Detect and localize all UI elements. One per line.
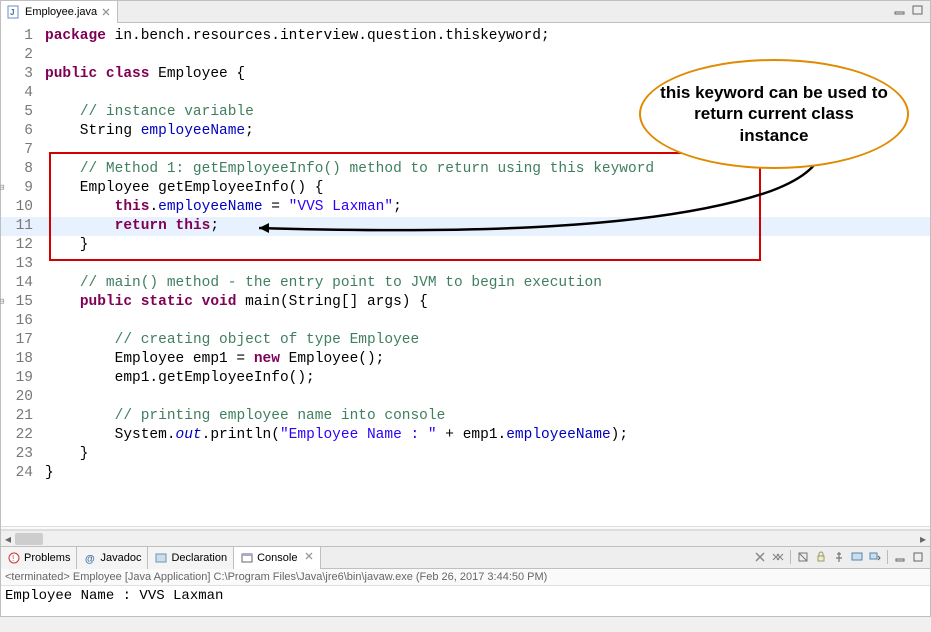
toolbar-separator [790, 550, 791, 564]
open-console-dd-icon[interactable] [867, 549, 883, 565]
scrollbar-thumb[interactable] [15, 533, 43, 545]
file-tab-employee[interactable]: J Employee.java [1, 1, 118, 23]
code-line[interactable]: } [39, 236, 930, 255]
tab-declaration-label: Declaration [171, 552, 227, 564]
maximize-icon[interactable] [910, 3, 926, 17]
editor-window-controls [892, 3, 926, 17]
tab-console-label: Console [257, 552, 297, 564]
editor-pane: J Employee.java 123456789⊟101112131415⊟1… [0, 0, 931, 547]
console-status-line: <terminated> Employee [Java Application]… [1, 569, 930, 586]
tab-javadoc-label: Javadoc [100, 552, 141, 564]
svg-text:!: ! [12, 554, 14, 563]
code-line[interactable] [39, 388, 930, 407]
remove-all-icon[interactable] [770, 549, 786, 565]
scroll-right-icon[interactable]: ▸ [916, 531, 930, 547]
line-number: 1 [1, 27, 33, 46]
bottom-tab-bar: ! Problems @ Javadoc Declaration Console [1, 547, 930, 569]
java-file-icon: J [7, 5, 21, 19]
line-number: 2 [1, 46, 33, 65]
code-editor-area[interactable]: 123456789⊟101112131415⊟16171819202122232… [1, 23, 930, 526]
line-number: 18 [1, 350, 33, 369]
scroll-left-icon[interactable]: ◂ [1, 531, 15, 547]
code-line[interactable]: // printing employee name into console [39, 407, 930, 426]
code-line[interactable]: } [39, 464, 930, 483]
line-number: 13 [1, 255, 33, 274]
code-line[interactable]: public static void main(String[] args) { [39, 293, 930, 312]
tab-declaration[interactable]: Declaration [148, 547, 234, 569]
code-line[interactable] [39, 312, 930, 331]
pin-console-icon[interactable] [831, 549, 847, 565]
tab-problems[interactable]: ! Problems [1, 547, 77, 569]
code-line[interactable]: } [39, 445, 930, 464]
line-number: 9⊟ [1, 179, 33, 198]
line-number: 11 [1, 217, 33, 236]
tab-javadoc[interactable]: @ Javadoc [77, 547, 148, 569]
horizontal-scrollbar[interactable]: ◂ ▸ [1, 530, 930, 546]
display-console-icon[interactable] [849, 549, 865, 565]
line-number: 23 [1, 445, 33, 464]
problems-icon: ! [7, 551, 21, 565]
line-number: 22 [1, 426, 33, 445]
line-number: 12 [1, 236, 33, 255]
tab-console[interactable]: Console [234, 547, 321, 569]
close-icon[interactable] [304, 551, 314, 564]
bottom-panel: ! Problems @ Javadoc Declaration Console [0, 547, 931, 617]
remove-launch-icon[interactable] [752, 549, 768, 565]
callout-annotation: this keyword can be used to return curre… [639, 59, 909, 169]
line-number: 24 [1, 464, 33, 483]
line-number: 8 [1, 160, 33, 179]
code-line[interactable]: // main() method - the entry point to JV… [39, 274, 930, 293]
svg-text:@: @ [85, 554, 95, 564]
line-number: 19 [1, 369, 33, 388]
close-icon[interactable] [101, 7, 111, 17]
line-number: 14 [1, 274, 33, 293]
minimize-icon[interactable] [892, 3, 908, 17]
line-number: 7 [1, 141, 33, 160]
line-number: 10 [1, 198, 33, 217]
code-line[interactable]: return this; [39, 217, 930, 236]
minimize-icon[interactable] [892, 549, 908, 565]
line-number: 6 [1, 122, 33, 141]
line-number: 16 [1, 312, 33, 331]
console-output[interactable]: Employee Name : VVS Laxman [1, 586, 930, 616]
code-line[interactable]: package in.bench.resources.interview.que… [39, 27, 930, 46]
line-number-gutter: 123456789⊟101112131415⊟16171819202122232… [1, 23, 39, 526]
line-number: 21 [1, 407, 33, 426]
code-line[interactable]: // creating object of type Employee [39, 331, 930, 350]
code-line[interactable]: Employee getEmployeeInfo() { [39, 179, 930, 198]
line-number: 5 [1, 103, 33, 122]
declaration-icon [154, 551, 168, 565]
line-number: 20 [1, 388, 33, 407]
line-number: 3 [1, 65, 33, 84]
tab-problems-label: Problems [24, 552, 70, 564]
svg-text:J: J [10, 8, 14, 17]
code-line[interactable]: System.out.println("Employee Name : " + … [39, 426, 930, 445]
editor-tab-bar: J Employee.java [1, 1, 930, 23]
javadoc-icon: @ [83, 551, 97, 565]
maximize-icon[interactable] [910, 549, 926, 565]
code-line[interactable]: this.employeeName = "VVS Laxman"; [39, 198, 930, 217]
toolbar-separator [887, 550, 888, 564]
code-line[interactable] [39, 255, 930, 274]
callout-text: this keyword can be used to return curre… [641, 82, 907, 146]
scroll-lock-icon[interactable] [813, 549, 829, 565]
console-toolbar [752, 549, 926, 565]
line-number: 17 [1, 331, 33, 350]
line-number: 15⊟ [1, 293, 33, 312]
code-line[interactable]: Employee emp1 = new Employee(); [39, 350, 930, 369]
file-tab-label: Employee.java [25, 6, 97, 18]
clear-console-icon[interactable] [795, 549, 811, 565]
console-icon [240, 551, 254, 565]
line-number: 4 [1, 84, 33, 103]
code-line[interactable]: emp1.getEmployeeInfo(); [39, 369, 930, 388]
